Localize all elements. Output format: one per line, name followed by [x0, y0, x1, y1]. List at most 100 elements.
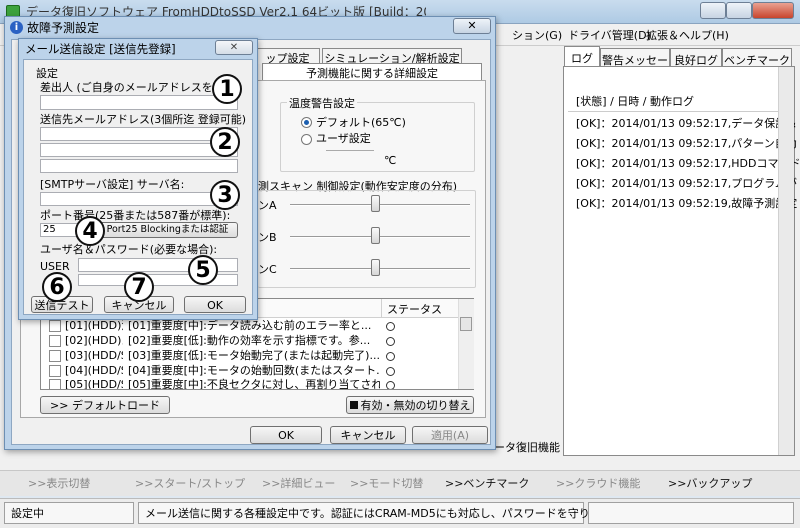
slider-thumb-a[interactable]	[370, 195, 380, 212]
menu-item-simulation[interactable]: ション(G)	[512, 29, 562, 42]
auth-label: ユーザ名＆パスワード(必要な場合):	[40, 243, 218, 256]
row-id: [01](HDD)消費電	[65, 319, 123, 332]
list-column-divider	[381, 299, 382, 318]
list-row-1[interactable]: [02](HDD)スルー... [02]重要度[低]:動作の効率を示す指標です。…	[41, 334, 457, 348]
slider-track-c	[290, 268, 470, 270]
temperature-input[interactable]	[326, 150, 374, 165]
recipient-input-1[interactable]	[40, 127, 238, 141]
mail-dialog-title: メール送信設定 [送信先登録]	[25, 42, 176, 56]
marker-3: 3	[210, 180, 240, 210]
fkey-backup[interactable]: >>バックアップ	[668, 477, 752, 490]
mail-section-label: 設定	[36, 67, 58, 80]
row-checkbox[interactable]	[49, 320, 61, 332]
slider-track-a	[290, 204, 470, 206]
tab-warning-messages[interactable]: 警告メッセージ	[600, 48, 670, 83]
row-status	[386, 337, 395, 346]
status-column-header[interactable]: ステータス	[387, 303, 442, 316]
recipient-input-3[interactable]	[40, 159, 238, 173]
info-icon: i	[10, 21, 23, 34]
smtp-label: [SMTPサーバ設定] サーバ名:	[40, 178, 185, 191]
slider-label-c: ンC	[258, 263, 277, 276]
marker-7: 7	[124, 272, 154, 302]
tab-setup[interactable]: ップ設定	[255, 48, 320, 65]
marker-2: 2	[210, 127, 240, 157]
row-checkbox[interactable]	[49, 365, 61, 377]
fkey-cloud[interactable]: >>クラウド機能	[556, 477, 640, 490]
fkey-start-stop[interactable]: >>スタート/ストップ	[135, 477, 245, 490]
status-bar: 設定中 メール送信に関する各種設定中です。認証にはCRAM-MD5にも対応し、パ…	[0, 498, 800, 528]
row-status	[386, 367, 395, 376]
row-status	[386, 352, 395, 361]
tab-good-log[interactable]: 良好ログ	[670, 48, 722, 67]
list-scrollbar[interactable]	[458, 299, 474, 389]
log-list[interactable]: [状態] / 日時 / 動作ログ [OK]：2014/01/13 09:52:1…	[563, 66, 800, 456]
list-row-2[interactable]: [03](HDD/SSD)... [03]重要度[低]:モータ始動完了(または起…	[41, 349, 457, 363]
status-left-pane: 設定中	[4, 502, 134, 524]
row-status	[386, 322, 395, 331]
marker-5: 5	[188, 255, 218, 285]
slider-thumb-b[interactable]	[370, 227, 380, 244]
list-scroll-thumb[interactable]	[460, 317, 472, 331]
minimize-button[interactable]	[700, 2, 726, 19]
list-row-0[interactable]: [01](HDD)消費電 [01]重要度[中]:データ読み込む前のエラー率と..…	[41, 319, 457, 333]
fkey-benchmark[interactable]: >>ベンチマーク	[445, 477, 529, 490]
marker-1: 1	[212, 74, 242, 104]
row-description: [02]重要度[低]:動作の効率を示す指標です。参...	[128, 334, 371, 347]
row-checkbox[interactable]	[49, 379, 61, 389]
temperature-unit: ℃	[384, 154, 397, 167]
log-line: [OK]：2014/01/13 09:52:17,データ保護＆	[576, 117, 798, 130]
row-status	[386, 381, 395, 389]
radio-user-temp-label: ユーザ設定	[316, 132, 371, 145]
row-id: [02](HDD)スルー...	[65, 334, 123, 347]
prediction-close-button[interactable]: ✕	[453, 18, 491, 34]
toggle-enable-label: 有効・無効の切り替え	[360, 399, 471, 412]
fkey-detail-view[interactable]: >>詳細ビュー	[262, 477, 335, 490]
prediction-ok-button[interactable]: OK	[250, 426, 322, 444]
menu-item-driver[interactable]: ドライバ管理(D)	[568, 29, 651, 42]
log-header-divider	[568, 111, 790, 112]
temperature-group-label: 温度警告設定	[287, 97, 357, 111]
maximize-button[interactable]	[726, 2, 752, 19]
radio-user-temp[interactable]	[301, 134, 312, 145]
menu-item-help[interactable]: 拡張＆ヘルプ(H)	[646, 29, 729, 42]
slider-track-b	[290, 236, 470, 238]
status-message: メール送信に関する各種設定中です。認証にはCRAM-MD5にも対応し、パスワード…	[145, 507, 622, 520]
marker-6: 6	[42, 272, 72, 302]
function-key-bar: >>表示切替 >>スタート/ストップ >>詳細ビュー >>モード切替 >>ベンチ…	[0, 470, 800, 496]
log-scrollbar[interactable]	[778, 67, 794, 455]
row-id: [03](HDD/SSD)...	[65, 349, 123, 362]
marker-4: 4	[75, 216, 105, 246]
default-load-button[interactable]: >> デフォルトロード	[40, 396, 170, 414]
row-description: [03]重要度[低]:モータ始動完了(または起動完了)...	[128, 349, 380, 362]
log-line: [OK]：2014/01/13 09:52:17,HDDコマンド	[576, 157, 800, 170]
recipients-label: 送信先メールアドレス(3個所迄 登録可能)	[40, 113, 247, 126]
slider-thumb-c[interactable]	[370, 259, 380, 276]
mail-ok-button[interactable]: OK	[184, 296, 246, 313]
row-checkbox[interactable]	[49, 350, 61, 362]
list-row-3[interactable]: [04](HDD/SSD)... [04]重要度[中]:モータの始動回数(または…	[41, 364, 457, 378]
toggle-enable-button[interactable]: 有効・無効の切り替え	[346, 396, 474, 414]
prediction-dialog-title: 故障予測設定	[27, 21, 100, 35]
log-header: [状態] / 日時 / 動作ログ	[576, 95, 694, 108]
row-id: [04](HDD/SSD)...	[65, 364, 123, 377]
row-checkbox[interactable]	[49, 335, 61, 347]
list-row-4[interactable]: [05](HDD/SSD)... [05]重要度[中]:不良セクタに対し、再割り…	[41, 378, 457, 389]
close-button[interactable]	[752, 2, 794, 19]
slider-label-a: ンA	[258, 199, 277, 212]
radio-default-temp[interactable]	[301, 117, 312, 128]
fkey-mode-toggle[interactable]: >>モード切替	[350, 477, 423, 490]
recipient-input-2[interactable]	[40, 143, 238, 157]
tab-log[interactable]: ログ	[564, 46, 600, 67]
port25-auth-button[interactable]: Port25 Blockingまたは認証	[97, 222, 238, 238]
mail-close-button[interactable]: ✕	[215, 40, 253, 55]
prediction-apply-button[interactable]: 適用(A)	[412, 426, 488, 444]
log-line: [OK]：2014/01/13 09:52:17,パターン自動	[576, 137, 797, 150]
fkey-display-toggle[interactable]: >>表示切替	[28, 477, 90, 490]
prediction-cancel-button[interactable]: キャンセル	[330, 426, 406, 444]
tab-benchmark[interactable]: ベンチマーク	[722, 48, 792, 67]
tab-simulation[interactable]: シミュレーション/解析設定	[322, 48, 462, 65]
sender-input[interactable]	[40, 95, 238, 110]
tab-prediction-details[interactable]: 予測機能に関する詳細設定	[262, 63, 482, 80]
data-recovery-label: ータ復旧機能	[494, 441, 560, 454]
smtp-server-input[interactable]	[40, 192, 238, 206]
